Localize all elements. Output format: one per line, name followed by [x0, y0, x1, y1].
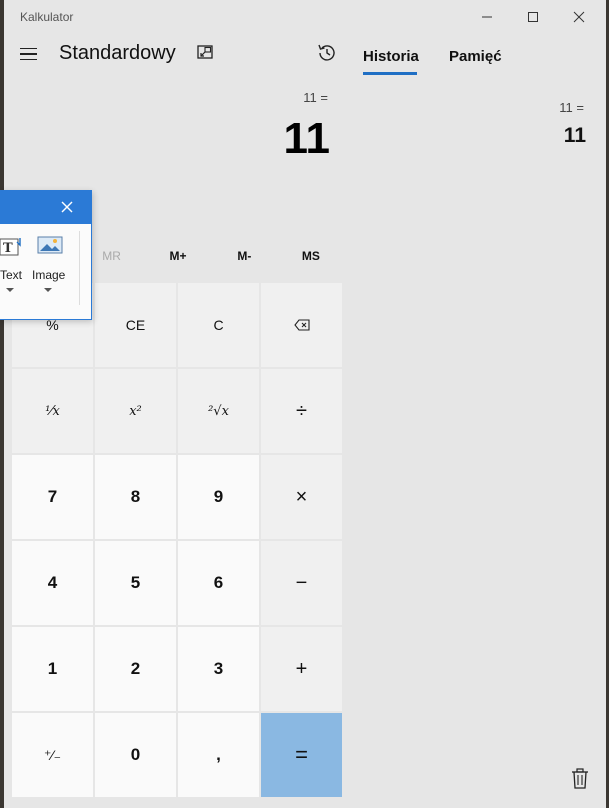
plus-button[interactable]: + [261, 627, 342, 711]
negate-button[interactable]: ⁺⁄₋ [12, 713, 93, 797]
svg-text:T: T [3, 241, 13, 256]
hamburger-menu-button[interactable] [12, 40, 44, 68]
digit-0-button[interactable]: 0 [95, 713, 176, 797]
popup-close-icon[interactable] [58, 198, 76, 216]
multiply-button[interactable]: × [261, 455, 342, 539]
app-title: Kalkulator [20, 10, 74, 24]
decimal-button[interactable]: , [178, 713, 259, 797]
digit-6-button[interactable]: 6 [178, 541, 259, 625]
backspace-button[interactable] [261, 283, 342, 367]
text-tool-icon[interactable]: T [0, 236, 24, 258]
expression-display: 11 = [303, 90, 328, 105]
trash-icon[interactable] [570, 768, 590, 790]
tab-history[interactable]: Historia [363, 48, 419, 65]
calculator-window: Kalkulator Standardowy Historia Pamięć 1… [4, 0, 606, 808]
digit-3-button[interactable]: 3 [178, 627, 259, 711]
digit-9-button[interactable]: 9 [178, 455, 259, 539]
backspace-icon [293, 319, 310, 331]
digit-4-button[interactable]: 4 [12, 541, 93, 625]
maximize-button[interactable] [510, 0, 556, 34]
digit-5-button[interactable]: 5 [95, 541, 176, 625]
title-bar[interactable]: Kalkulator [4, 0, 606, 34]
active-tab-indicator [363, 72, 417, 75]
digit-2-button[interactable]: 2 [95, 627, 176, 711]
text-tool-label[interactable]: Text [0, 268, 22, 282]
result-display: 11 [283, 114, 330, 163]
image-tool-label[interactable]: Image [32, 268, 65, 282]
divide-button[interactable]: ÷ [261, 369, 342, 453]
close-icon [573, 11, 585, 23]
sqrt-button[interactable]: ²√x [178, 369, 259, 453]
digit-1-button[interactable]: 1 [12, 627, 93, 711]
text-dropdown-icon[interactable] [6, 288, 14, 293]
popup-separator [79, 231, 80, 305]
history-icon[interactable] [316, 42, 338, 64]
square-button[interactable]: x² [95, 369, 176, 453]
m-minus-button[interactable]: M- [211, 238, 277, 274]
mode-title: Standardowy [59, 42, 176, 64]
minus-button[interactable]: − [261, 541, 342, 625]
digit-8-button[interactable]: 8 [95, 455, 176, 539]
overlay-popup-window: T Text Image [0, 190, 92, 320]
close-button[interactable] [556, 0, 602, 34]
m-plus-button[interactable]: M+ [145, 238, 211, 274]
maximize-icon [528, 12, 538, 22]
popup-title-bar[interactable] [0, 191, 91, 224]
history-entry-expression[interactable]: 11 = [559, 100, 584, 115]
ms-button[interactable]: MS [278, 238, 344, 274]
keep-on-top-icon[interactable] [196, 44, 216, 62]
reciprocal-button[interactable]: ¹⁄x [12, 369, 93, 453]
minimize-button[interactable] [464, 0, 510, 34]
image-tool-icon[interactable] [37, 236, 63, 256]
history-entry-result[interactable]: 11 [564, 124, 586, 148]
hamburger-icon [19, 47, 37, 50]
image-dropdown-icon[interactable] [44, 288, 52, 293]
tab-memory[interactable]: Pamięć [449, 48, 502, 65]
clear-button[interactable]: C [178, 283, 259, 367]
minimize-icon [482, 16, 492, 18]
digit-7-button[interactable]: 7 [12, 455, 93, 539]
keypad: % CE C ¹⁄x x² ²√x ÷ 7 8 9 × 4 5 6 − 1 2 … [12, 283, 344, 797]
equals-button[interactable]: = [261, 713, 342, 797]
clear-entry-button[interactable]: CE [95, 283, 176, 367]
